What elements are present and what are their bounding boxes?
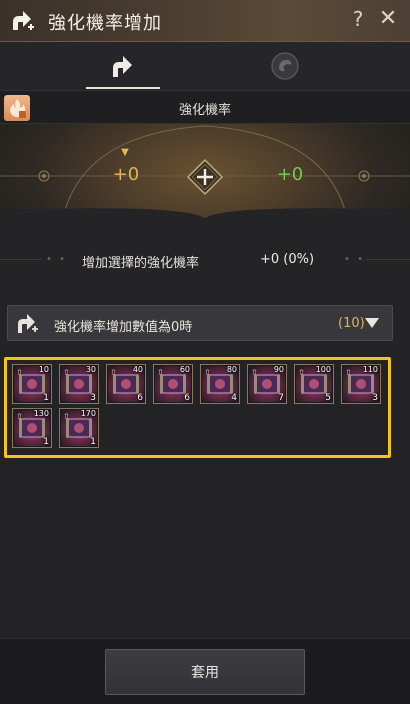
item-cost: 130 [33, 409, 49, 418]
enhance-arrow-icon: ⇧ [251, 368, 258, 377]
scroll-item-slot[interactable]: ⇧ 40 6 [106, 364, 146, 404]
selected-probability-label: 增加選擇的強化機率 [82, 256, 200, 271]
close-button[interactable]: ✕ [376, 6, 400, 34]
item-cost: 40 [132, 365, 143, 374]
enhance-arrow-icon: ⇧ [16, 368, 23, 377]
scroll-item-slot[interactable]: ⇧ 100 5 [294, 364, 334, 404]
title-bar: 強化機率增加 ? ✕ [0, 0, 410, 42]
footer-bar: 套用 [0, 638, 410, 704]
enhance-filter-dropdown[interactable]: 強化機率增加數值為0時 (10) [7, 305, 393, 341]
item-quantity: 3 [90, 393, 96, 403]
enhance-arrow-icon: ⇧ [110, 368, 117, 377]
item-cost: 100 [315, 365, 331, 374]
enhance-arrow-icon: ⇧ [204, 368, 211, 377]
divider [0, 259, 42, 260]
item-quantity: 1 [43, 437, 49, 447]
dropdown-label: 強化機率增加數值為0時 [54, 320, 193, 335]
item-cost: 110 [362, 365, 378, 374]
enhance-arrow-icon [18, 314, 38, 333]
selected-probability-value: +0 (0%) [260, 252, 315, 267]
scroll-item-slot[interactable]: ⇧ 170 1 [59, 408, 99, 448]
item-quantity: 7 [278, 393, 284, 403]
probability-header: 強化機率 [0, 90, 410, 124]
scroll-item-slot[interactable]: ⇧ 10 1 [12, 364, 52, 404]
item-cost: 90 [273, 365, 284, 374]
item-cost: 80 [226, 365, 237, 374]
tab-enhance[interactable] [86, 42, 160, 90]
item-cost: 10 [38, 365, 49, 374]
enhance-arrow-icon: ⇧ [298, 368, 305, 377]
item-cost: 60 [179, 365, 190, 374]
item-quantity: 6 [137, 393, 143, 403]
dial-marker-icon: ▼ [121, 147, 129, 158]
tab-dragon[interactable] [248, 42, 322, 90]
tab-bar [0, 42, 410, 90]
scroll-item-grid: ⇧ 10 1 ⇧ 30 3 ⇧ 40 6 ⇧ 60 6 ⇧ 80 4 ⇧ 90 7 ⇧ 100 5 ⇧ 110 3 ⇧ 130 1 ⇧… [4, 357, 391, 458]
chevron-down-icon [365, 318, 379, 328]
item-quantity: 1 [90, 437, 96, 447]
selected-probability-row: • • 增加選擇的強化機率 +0 (0%) • • [0, 222, 410, 298]
enhance-arrow-icon: ⇧ [345, 368, 352, 377]
item-quantity: 5 [325, 393, 331, 403]
help-button[interactable]: ? [348, 7, 368, 33]
dots-ornament: • • [344, 254, 365, 265]
divider [366, 259, 410, 260]
probability-label: 強化機率 [178, 103, 231, 118]
item-cost: 30 [85, 365, 96, 374]
probability-dial: ▼ +0 +0 [0, 124, 410, 222]
scroll-item-slot[interactable]: ⇧ 90 7 [247, 364, 287, 404]
item-quantity: 3 [372, 393, 378, 403]
current-probability-value: +0 [112, 164, 140, 185]
add-probability-button[interactable] [185, 157, 225, 197]
enhance-arrow-icon: ⇧ [63, 368, 70, 377]
dots-ornament: • • [46, 254, 67, 265]
enhance-arrow-icon: ⇧ [16, 412, 23, 421]
scroll-item-slot[interactable]: ⇧ 110 3 [341, 364, 381, 404]
window-title: 強化機率增加 [48, 13, 162, 34]
item-quantity: 4 [231, 393, 237, 403]
dragon-emblem-icon [271, 52, 299, 80]
dropdown-count: (10) [338, 316, 365, 331]
enhance-arrow-icon: ⇧ [63, 412, 70, 421]
empty-area [0, 470, 410, 638]
scroll-item-slot[interactable]: ⇧ 80 4 [200, 364, 240, 404]
item-quantity: 6 [184, 393, 190, 403]
scroll-item-slot[interactable]: ⇧ 60 6 [153, 364, 193, 404]
enhance-arrow-icon: ⇧ [157, 368, 164, 377]
apply-button[interactable]: 套用 [105, 649, 305, 695]
enhance-arrow-icon [113, 56, 132, 77]
scroll-item-slot[interactable]: ⇧ 130 1 [12, 408, 52, 448]
item-cost: 170 [80, 409, 96, 418]
scroll-item-slot[interactable]: ⇧ 30 3 [59, 364, 99, 404]
added-probability-value: +0 [276, 164, 304, 185]
enhance-arrow-icon [13, 11, 34, 30]
item-quantity: 1 [43, 393, 49, 403]
